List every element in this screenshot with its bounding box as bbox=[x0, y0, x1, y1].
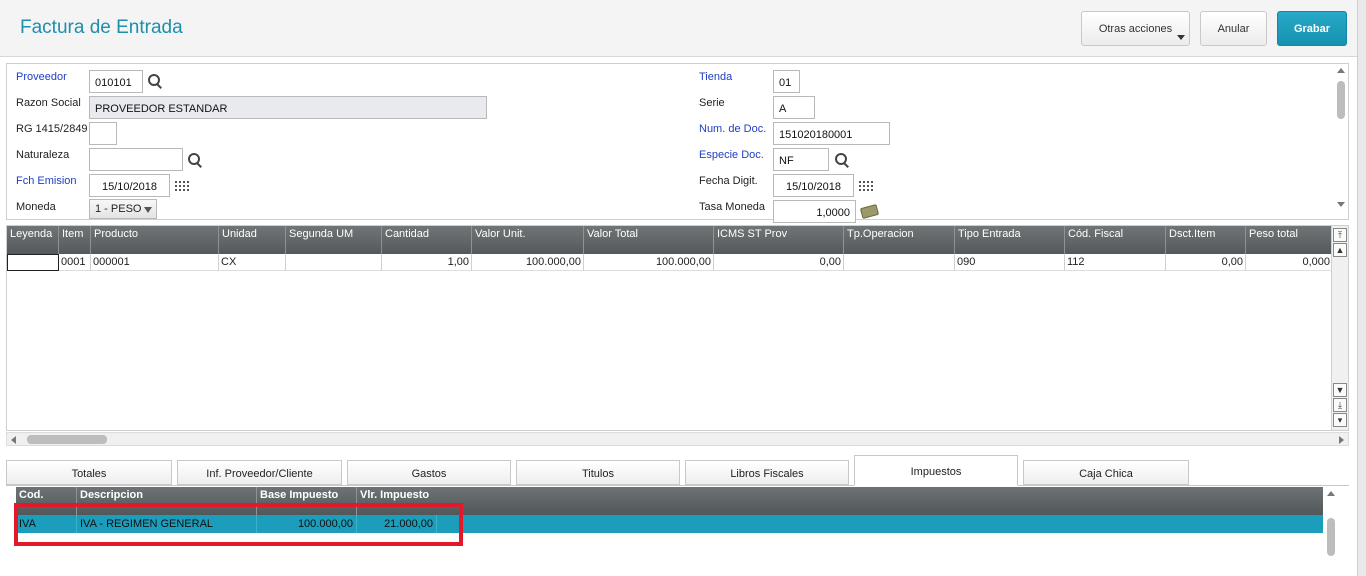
money-icon[interactable] bbox=[859, 203, 880, 220]
col-dsct-item[interactable]: Dsct.Item bbox=[1166, 226, 1246, 254]
col-valor-total[interactable]: Valor Total bbox=[584, 226, 714, 254]
fch-emision-label: Fch Emision bbox=[16, 175, 77, 187]
tab-impuestos[interactable]: Impuestos bbox=[854, 455, 1018, 486]
scroll-thumb[interactable] bbox=[1327, 518, 1335, 556]
cell-tp-operacion[interactable] bbox=[844, 254, 955, 271]
table-row[interactable]: 0001 000001 CX 1,00 100.000,00 100.000,0… bbox=[7, 254, 1333, 271]
chevron-down-icon bbox=[144, 207, 152, 213]
especie-doc-label: Especie Doc. bbox=[699, 149, 764, 161]
num-doc-field[interactable]: 151020180001 bbox=[773, 122, 890, 145]
search-icon[interactable] bbox=[148, 74, 162, 88]
razon-social-label: Razon Social bbox=[16, 97, 81, 109]
cell-segunda-um[interactable] bbox=[286, 254, 382, 271]
scroll-thumb[interactable] bbox=[1337, 81, 1345, 119]
fecha-digit-field[interactable]: 15/10/2018 bbox=[773, 174, 854, 197]
fecha-digit-label: Fecha Digit. bbox=[699, 175, 758, 187]
highlight-annotation bbox=[14, 503, 463, 546]
especie-doc-field[interactable]: NF bbox=[773, 148, 829, 171]
form-scrollbar[interactable] bbox=[1336, 68, 1346, 216]
serie-label: Serie bbox=[699, 97, 725, 109]
calendar-icon[interactable] bbox=[858, 180, 874, 192]
cell-valor-total[interactable]: 100.000,00 bbox=[584, 254, 714, 271]
col-item[interactable]: Item bbox=[59, 226, 91, 254]
tab-titulos[interactable]: Titulos bbox=[516, 460, 680, 485]
search-icon[interactable] bbox=[835, 153, 849, 167]
tasa-moneda-label: Tasa Moneda bbox=[699, 201, 766, 213]
tab-divider bbox=[6, 485, 1349, 486]
scroll-thumb[interactable] bbox=[27, 435, 107, 444]
grid-horizontal-scrollbar[interactable] bbox=[6, 432, 1349, 446]
header-form: Proveedor 010101 Razon Social PROVEEDOR … bbox=[6, 63, 1349, 223]
cell-valor-unit[interactable]: 100.000,00 bbox=[472, 254, 584, 271]
calendar-icon[interactable] bbox=[174, 180, 190, 192]
cell-cantidad[interactable]: 1,00 bbox=[382, 254, 472, 271]
cell-leyenda[interactable] bbox=[7, 254, 59, 271]
num-doc-label: Num. de Doc. bbox=[699, 123, 767, 135]
scroll-left-icon[interactable] bbox=[11, 436, 16, 444]
window-scrollbar[interactable] bbox=[1357, 0, 1366, 576]
cell-dsct-item[interactable]: 0,00 bbox=[1166, 254, 1246, 271]
tax-scrollbar[interactable] bbox=[1325, 487, 1337, 576]
scroll-top-icon[interactable]: ⤒ bbox=[1333, 228, 1347, 242]
tienda-label: Tienda bbox=[699, 71, 733, 83]
scroll-down-icon[interactable] bbox=[1337, 202, 1345, 207]
col-icms-st-prov[interactable]: ICMS ST Prov bbox=[714, 226, 844, 254]
grid-header: Leyenda Item Producto Unidad Segunda UM … bbox=[7, 226, 1333, 254]
page-up-icon[interactable]: ▲ bbox=[1333, 243, 1347, 257]
anular-button[interactable]: Anular bbox=[1200, 11, 1267, 46]
col-producto[interactable]: Producto bbox=[91, 226, 219, 254]
col-cantidad[interactable]: Cantidad bbox=[382, 226, 472, 254]
cell-item[interactable]: 0001 bbox=[59, 254, 91, 271]
tab-libros-fiscales[interactable]: Libros Fiscales bbox=[685, 460, 849, 485]
cell-icms-st-prov[interactable]: 0,00 bbox=[714, 254, 844, 271]
otras-acciones-label: Otras acciones bbox=[1098, 22, 1173, 35]
tab-inf-proveedor-cliente[interactable]: Inf. Proveedor/Cliente bbox=[177, 460, 342, 485]
fch-emision-field[interactable]: 15/10/2018 bbox=[89, 174, 170, 197]
cell-unidad[interactable]: CX bbox=[219, 254, 286, 271]
otras-acciones-button[interactable]: Otras acciones bbox=[1081, 11, 1190, 46]
rg-label: RG 1415/2849 bbox=[16, 123, 88, 135]
col-segunda-um[interactable]: Segunda UM bbox=[286, 226, 382, 254]
scroll-up-icon[interactable] bbox=[1337, 68, 1345, 73]
grabar-button[interactable]: Grabar bbox=[1277, 11, 1347, 46]
col-leyenda[interactable]: Leyenda bbox=[7, 226, 59, 254]
page-title: Factura de Entrada bbox=[20, 17, 183, 38]
tasa-moneda-field[interactable]: 1,0000 bbox=[773, 200, 856, 223]
scroll-bottom-icon[interactable]: ⤓ bbox=[1333, 398, 1347, 412]
naturaleza-field[interactable] bbox=[89, 148, 183, 171]
items-grid: Leyenda Item Producto Unidad Segunda UM … bbox=[6, 225, 1333, 431]
serie-field[interactable]: A bbox=[773, 96, 815, 119]
col-valor-unit[interactable]: Valor Unit. bbox=[472, 226, 584, 254]
tab-caja-chica[interactable]: Caja Chica bbox=[1023, 460, 1189, 485]
chevron-down-icon bbox=[1177, 35, 1185, 40]
moneda-select[interactable]: 1 - PESO bbox=[89, 199, 157, 219]
tienda-field[interactable]: 01 bbox=[773, 70, 800, 93]
moneda-label: Moneda bbox=[16, 201, 56, 213]
col-tp-operacion[interactable]: Tp.Operacion bbox=[844, 226, 955, 254]
grid-scrollbar[interactable]: ⤒ ▲ ▼ ⤓ ▾ bbox=[1331, 225, 1349, 431]
tab-gastos[interactable]: Gastos bbox=[347, 460, 511, 485]
scroll-right-icon[interactable] bbox=[1339, 436, 1344, 444]
proveedor-label: Proveedor bbox=[16, 71, 67, 83]
col-peso-total[interactable]: Peso total bbox=[1246, 226, 1333, 254]
rg-field[interactable] bbox=[89, 122, 117, 145]
page-header: Factura de Entrada Otras acciones Anular… bbox=[0, 0, 1357, 57]
scroll-down-icon[interactable]: ▾ bbox=[1333, 413, 1347, 427]
search-icon[interactable] bbox=[188, 153, 202, 167]
scroll-up-icon[interactable] bbox=[1327, 491, 1335, 496]
cell-cod-fiscal[interactable]: 112 bbox=[1065, 254, 1166, 271]
col-cod-fiscal[interactable]: Cód. Fiscal bbox=[1065, 226, 1166, 254]
naturaleza-label: Naturaleza bbox=[16, 149, 70, 161]
tab-totales[interactable]: Totales bbox=[6, 460, 172, 485]
cell-producto[interactable]: 000001 bbox=[91, 254, 219, 271]
col-tipo-entrada[interactable]: Tipo Entrada bbox=[955, 226, 1065, 254]
col-unidad[interactable]: Unidad bbox=[219, 226, 286, 254]
razon-social-field[interactable]: PROVEEDOR ESTANDAR bbox=[89, 96, 487, 119]
cell-peso-total[interactable]: 0,000 bbox=[1246, 254, 1332, 271]
proveedor-field[interactable]: 010101 bbox=[89, 70, 143, 93]
page-down-icon[interactable]: ▼ bbox=[1333, 383, 1347, 397]
moneda-value: 1 - PESO bbox=[95, 203, 142, 215]
cell-tipo-entrada[interactable]: 090 bbox=[955, 254, 1065, 271]
